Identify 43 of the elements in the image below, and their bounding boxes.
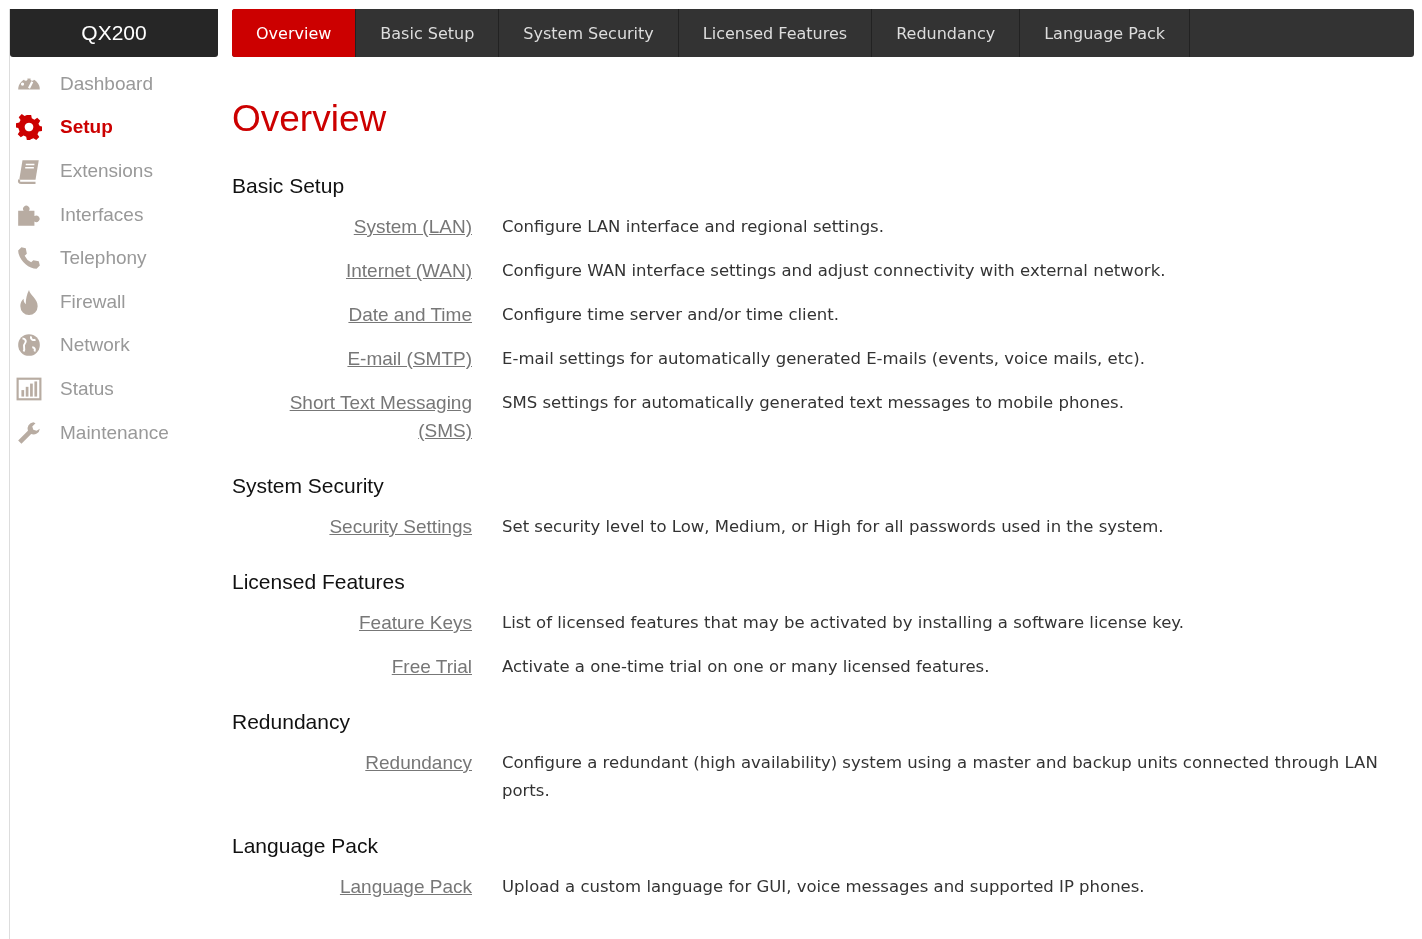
sidebar-item[interactable]: Maintenance <box>10 410 218 455</box>
description-text: Set security level to Low, Medium, or High for all passwords used in the system. <box>502 516 1165 538</box>
description-text: E-mail settings for automatically generated E-mails (events, voice mails, etc). <box>502 348 1146 370</box>
sidebar-item[interactable]: Extensions <box>10 149 218 193</box>
description-text: Upload a custom language for GUI, voice messages and supported IP phones. <box>502 876 1146 898</box>
link[interactable]: Date and Time <box>348 301 472 329</box>
link[interactable]: Language Pack <box>339 873 472 901</box>
page-title: Overview <box>232 97 388 141</box>
section-heading: System Security <box>232 473 385 499</box>
description-text: SMS settings for automatically generated text messages to mobile phones. <box>502 392 1125 414</box>
sidebar-item[interactable]: Network <box>10 323 218 368</box>
section-heading: Language Pack <box>232 833 379 859</box>
sidebar-item[interactable]: Telephony <box>10 236 218 280</box>
sidebar-item[interactable]: Interfaces <box>10 192 218 237</box>
link[interactable]: E-mail (SMTP) <box>347 345 472 373</box>
section-heading: Redundancy <box>232 709 351 735</box>
description-text: Configure LAN interface and regional settings. <box>502 216 885 238</box>
sidebar-item[interactable]: Status <box>10 367 218 411</box>
description-text: Configure WAN interface settings and adjust connectivity with external network. <box>502 260 1167 282</box>
sidebar-item[interactable]: Dashboard <box>10 62 218 106</box>
link[interactable]: System (LAN) <box>353 213 472 241</box>
sidebar-item[interactable]: Setup <box>10 105 218 150</box>
globe-icon <box>16 332 42 359</box>
description-text: List of licensed features that may be activated by installing a software license key. <box>502 612 1185 634</box>
settings-icon <box>16 114 42 141</box>
brand-logo: QX200 <box>10 9 218 57</box>
description-text: Configure time server and/or time client. <box>502 304 841 326</box>
link[interactable]: Feature Keys <box>359 609 472 637</box>
sidebar-item[interactable]: Firewall <box>10 279 218 324</box>
link[interactable]: Redundancy <box>365 749 472 777</box>
link[interactable]: Free Trial <box>391 653 472 681</box>
link[interactable]: Internet (WAN) <box>346 257 472 285</box>
bar-chart-icon <box>16 375 42 402</box>
wrench-icon <box>16 419 42 446</box>
book-icon <box>16 158 42 184</box>
tab[interactable]: Overview <box>232 9 357 57</box>
description-text: Activate a one-time trial on one or many licensed features. <box>502 656 991 678</box>
section-heading: Licensed Features <box>232 569 406 595</box>
phone-icon <box>16 245 42 272</box>
description-text: Configure a redundant (high availability) system using a master and backup units connected through LAN ports. <box>502 752 1379 802</box>
section-heading: Basic Setup <box>232 173 346 199</box>
link[interactable]: Security Settings <box>329 513 472 541</box>
link[interactable]: Short Text Messaging (SMS) <box>272 389 472 445</box>
